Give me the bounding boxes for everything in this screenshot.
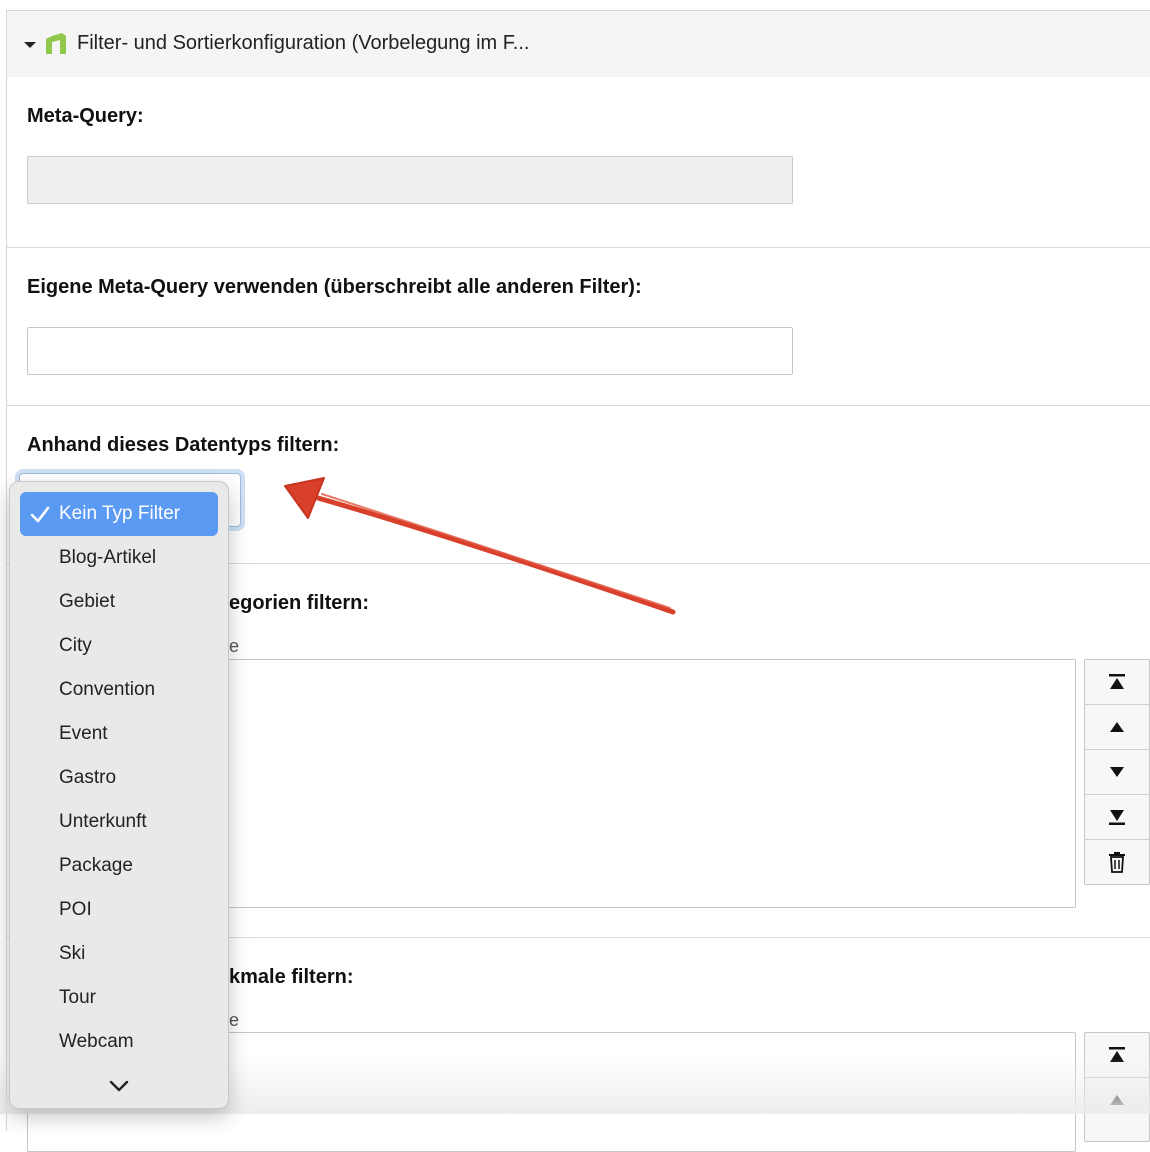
dropdown-option-label: City [59,635,92,656]
dropdown-option[interactable]: Package [20,844,218,888]
custom-meta-query-label: Eigene Meta-Query verwenden (überschreib… [27,276,642,298]
dropdown-option[interactable]: Gebiet [20,580,218,624]
move-to-top-button[interactable] [1085,1033,1149,1078]
divider [7,247,1150,248]
dropdown-option-label: Unterkunft [59,811,147,832]
meta-query-field[interactable] [27,156,793,204]
dropdown-option[interactable]: Event [20,712,218,756]
type-filter-dropdown: Kein Typ Filter Blog-Artikel Gebiet City… [9,481,229,1109]
dropdown-option-label: Tour [59,987,96,1008]
move-down-icon [1110,767,1124,777]
dropdown-option-label: Blog-Artikel [59,547,157,568]
dropdown-option-label: Gebiet [59,591,115,612]
type-filter-label: Anhand dieses Datentyps filtern: [27,434,340,456]
move-up-button[interactable] [1085,1078,1149,1122]
dropdown-option[interactable]: Gastro [20,756,218,800]
dropdown-option-label: Package [59,855,133,876]
extension-logo-icon [46,33,66,54]
dropdown-option[interactable]: Unterkunft [20,800,218,844]
dropdown-option-label: Kein Typ Filter [59,503,181,524]
dropdown-option[interactable]: Blog-Artikel [20,536,218,580]
dropdown-option-label: Event [59,723,108,744]
panel-title: Filter- und Sortierkonfiguration (Vorbel… [77,32,530,54]
move-down-button[interactable] [1085,750,1149,795]
feature-filter-label: kmale filtern: [229,966,354,988]
dropdown-option[interactable]: Ski [20,932,218,976]
feature-list-buttons [1084,1032,1150,1142]
move-to-top-icon [1109,674,1125,689]
dropdown-option-label: POI [59,899,92,920]
move-to-top-button[interactable] [1085,660,1149,705]
move-up-icon [1110,1095,1124,1105]
divider [7,405,1150,406]
category-filter-label: egorien filtern: [229,592,370,614]
dropdown-option[interactable]: Convention [20,668,218,712]
move-to-bottom-icon [1109,810,1125,825]
custom-meta-query-field[interactable] [27,327,793,375]
dropdown-option-label: Ski [59,943,86,964]
move-to-bottom-button[interactable] [1085,795,1149,840]
feature-filter-hint: e [229,1010,240,1030]
delete-button[interactable] [1085,840,1149,884]
meta-query-label: Meta-Query: [27,105,144,127]
category-list-buttons [1084,659,1150,885]
dropdown-option[interactable]: City [20,624,218,668]
chevron-down-icon[interactable] [109,1079,129,1093]
move-up-button[interactable] [1085,705,1149,750]
dropdown-option-label: Webcam [59,1031,134,1052]
panel-header[interactable]: Filter- und Sortierkonfiguration (Vorbel… [7,11,1150,77]
dropdown-option[interactable]: Webcam [20,1020,218,1064]
dropdown-option[interactable]: Kein Typ Filter [20,492,218,536]
dropdown-option-label: Gastro [59,767,117,788]
move-up-icon [1110,722,1124,732]
trash-icon [1109,852,1125,873]
move-to-top-icon [1109,1047,1125,1062]
dropdown-option[interactable]: POI [20,888,218,932]
category-filter-hint: e [229,636,240,656]
dropdown-option-label: Convention [59,679,156,700]
caret-down-icon[interactable] [24,42,36,48]
dropdown-option[interactable]: Tour [20,976,218,1020]
check-icon [30,506,50,523]
